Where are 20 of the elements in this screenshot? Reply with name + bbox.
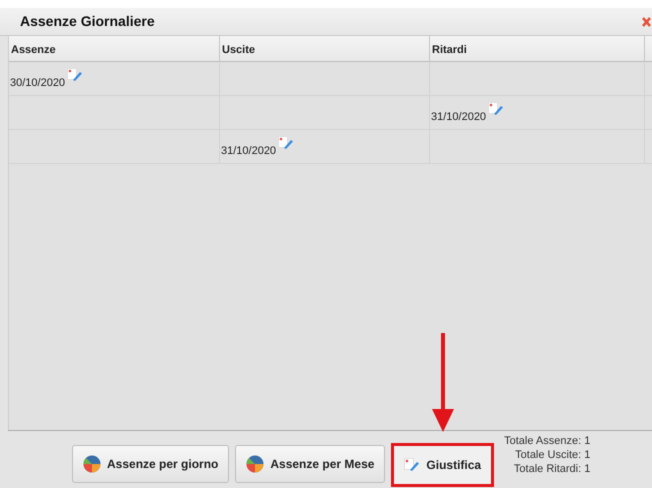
date-text: 30/10/2020 bbox=[10, 76, 66, 90]
window-title: Assenze Giornaliere bbox=[20, 12, 155, 31]
column-header[interactable]: Ritardi bbox=[430, 36, 645, 64]
column-header[interactable]: Uscite bbox=[220, 36, 430, 64]
total-text: Totale Uscite: 1 bbox=[515, 448, 590, 462]
toolbar-button[interactable]: Assenze per giorno bbox=[72, 445, 230, 483]
total-text: Totale Assenze: 1 bbox=[504, 434, 590, 448]
edit-document-icon[interactable] bbox=[488, 102, 504, 116]
date-text: 31/10/2020 bbox=[221, 144, 276, 158]
edit-document-icon[interactable] bbox=[404, 458, 420, 472]
toolbar-button[interactable]: Giustifica bbox=[391, 443, 494, 487]
edit-document-icon[interactable] bbox=[67, 68, 84, 82]
edit-document-icon[interactable] bbox=[278, 136, 294, 150]
pie-chart-icon bbox=[246, 455, 264, 473]
date-text: 31/10/2020 bbox=[431, 110, 486, 124]
total-text: Totale Ritardi: 1 bbox=[514, 462, 590, 476]
pie-chart-icon bbox=[83, 455, 101, 473]
close-icon[interactable] bbox=[642, 16, 651, 26]
toolbar-button[interactable]: Assenze per Mese bbox=[235, 445, 386, 483]
column-header[interactable]: Assenze bbox=[9, 36, 220, 64]
